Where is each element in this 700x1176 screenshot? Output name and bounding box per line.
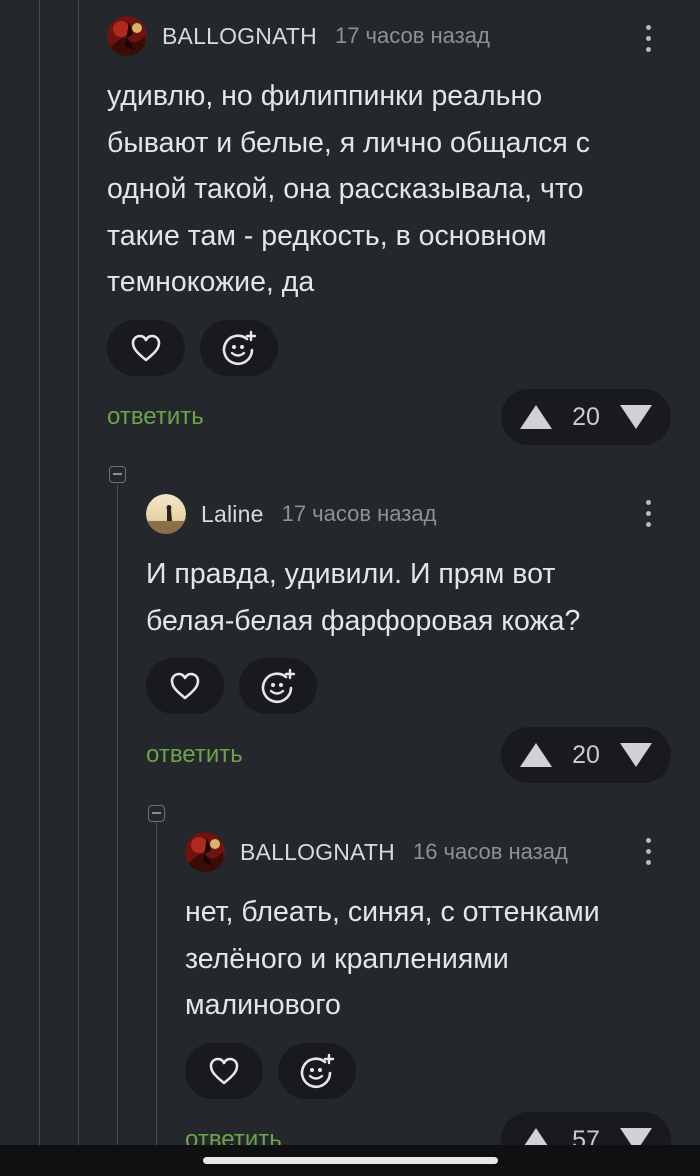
heart-icon xyxy=(170,672,200,700)
comment-author[interactable]: BALLOGNATH xyxy=(162,23,317,50)
comment-author[interactable]: BALLOGNATH xyxy=(240,839,395,866)
add-reaction-button[interactable] xyxy=(200,320,278,376)
heart-icon xyxy=(209,1057,239,1085)
comment-text-line: одной такой, она рассказывала, что xyxy=(107,173,584,205)
triangle-up-icon[interactable] xyxy=(519,404,553,430)
comment-text-line: зелёного и краплениями xyxy=(185,942,509,975)
user-avatar[interactable] xyxy=(107,16,147,56)
like-button[interactable] xyxy=(185,1043,263,1099)
comment-text-line: малинового xyxy=(185,989,341,1021)
vote-count: 20 xyxy=(572,402,600,431)
comment-text: И правда, удивили. И прям вот белая-бела… xyxy=(146,551,580,644)
collapse-thread-button[interactable] xyxy=(109,466,126,483)
triangle-down-icon[interactable] xyxy=(619,742,653,768)
comment-author[interactable]: Laline xyxy=(201,501,264,528)
thread-line-level-0 xyxy=(39,0,40,1145)
heart-icon xyxy=(131,334,161,362)
add-reaction-button[interactable] xyxy=(278,1043,356,1099)
kebab-menu-icon[interactable] xyxy=(642,25,654,55)
thread-line-level-2 xyxy=(117,484,118,1145)
add-emoji-icon xyxy=(300,1053,335,1089)
like-button[interactable] xyxy=(146,658,224,714)
kebab-menu-icon[interactable] xyxy=(642,500,654,530)
comment-text: удивлю, но филиппинки реально бывают и б… xyxy=(107,73,590,306)
add-emoji-icon xyxy=(222,330,257,366)
collapse-thread-button[interactable] xyxy=(148,805,165,822)
comment-time: 17 часов назад xyxy=(281,501,437,526)
thread-line-level-1 xyxy=(78,0,79,1145)
comment-text-line: такие там - редкость, в основном xyxy=(107,219,547,252)
comment-time: 17 часов назад xyxy=(334,23,490,48)
user-avatar[interactable] xyxy=(185,832,225,872)
vote-panel: 20 xyxy=(501,727,671,783)
comment-text: нет, блеать, синяя, с оттенками зелёного… xyxy=(185,889,600,1029)
triangle-down-icon[interactable] xyxy=(619,404,653,430)
vote-count: 20 xyxy=(572,740,600,769)
comment-header: Laline 17 часов назад xyxy=(146,494,436,534)
triangle-up-icon[interactable] xyxy=(519,742,553,768)
comment-time: 16 часов назад xyxy=(412,839,568,864)
comment-text-line: И правда, удивили. И прям вот xyxy=(146,558,556,590)
user-avatar[interactable] xyxy=(146,494,186,534)
comment-text-line: бывают и белые, я лично общался с xyxy=(107,126,590,159)
comment-text-line: удивлю, но филиппинки реально xyxy=(107,80,543,112)
add-emoji-icon xyxy=(261,668,296,704)
comment-header: BALLOGNATH 16 часов назад xyxy=(185,832,568,872)
comment-text-line: нет, блеать, синяя, с оттенками xyxy=(185,896,600,928)
reply-link[interactable]: ответить xyxy=(146,741,243,769)
vote-panel: 20 xyxy=(501,389,671,445)
comment-header: BALLOGNATH 17 часов назад xyxy=(107,16,490,56)
thread-line-level-3 xyxy=(156,822,157,1145)
kebab-menu-icon[interactable] xyxy=(642,838,654,868)
comment-text-line: белая-белая фарфоровая кожа? xyxy=(146,604,581,637)
comment-text-line: темнокожие, да xyxy=(107,266,315,298)
home-indicator[interactable] xyxy=(203,1157,498,1164)
reply-link[interactable]: ответить xyxy=(107,403,204,431)
like-button[interactable] xyxy=(107,320,185,376)
add-reaction-button[interactable] xyxy=(239,658,317,714)
